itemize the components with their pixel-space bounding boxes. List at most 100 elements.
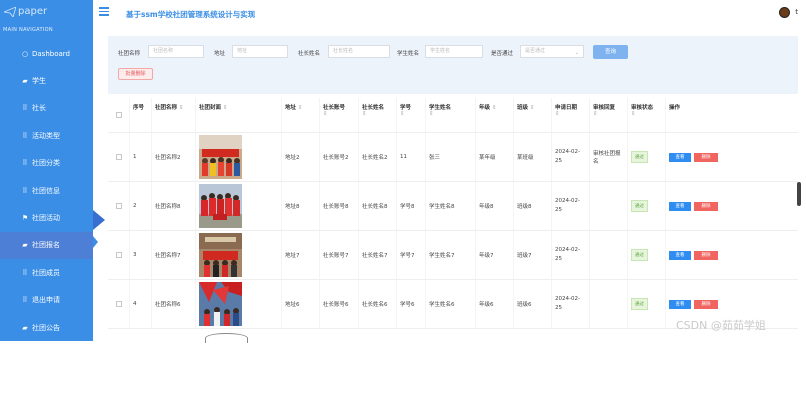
- sort-icon[interactable]: ⇕: [492, 105, 497, 111]
- grid-icon: ⠿: [22, 159, 28, 168]
- row-checkbox[interactable]: [115, 203, 122, 209]
- sidebar-item-club-categories[interactable]: ⠿ 社团分类: [0, 150, 93, 177]
- sidebar-item-label: 活动类型: [32, 131, 60, 140]
- cell-club-name: 社团名称2: [152, 133, 196, 181]
- col-club-cover[interactable]: 社团封面 ⇕: [196, 98, 282, 132]
- select-all-checkbox[interactable]: [115, 112, 122, 118]
- cell-status: 通过: [628, 182, 666, 230]
- delete-button[interactable]: 删除: [694, 201, 718, 211]
- col-class[interactable]: 班级 ⇕: [514, 98, 552, 132]
- sort-icon[interactable]: ⇕: [223, 105, 228, 111]
- logo-text: paper: [18, 6, 48, 17]
- cell-address: 地址8: [282, 182, 320, 230]
- page-scrollbar[interactable]: [797, 182, 801, 206]
- cell-club-name: 社团名称8: [152, 182, 196, 230]
- president-name-input[interactable]: 社长姓名: [328, 45, 390, 58]
- cell-reply: [590, 231, 628, 279]
- cell-president-account: 社长账号7: [320, 231, 359, 279]
- cell-president-name: 社长姓名6: [359, 280, 397, 328]
- col-reply[interactable]: 审核回复 ⇕: [590, 98, 628, 132]
- student-name-input[interactable]: 学生姓名: [425, 45, 483, 58]
- address-input[interactable]: 地址: [232, 45, 288, 58]
- view-button[interactable]: 查看: [669, 152, 691, 162]
- col-date[interactable]: 申请日期 ⇕: [552, 98, 590, 132]
- delete-button[interactable]: 删除: [694, 299, 718, 309]
- announcement-icon: ▰: [22, 323, 28, 332]
- sidebar-item-label: 社团活动: [32, 214, 60, 223]
- sidebar-item-club-signup[interactable]: ▰ 社团报名: [0, 231, 93, 260]
- club-cover-image[interactable]: [199, 184, 242, 228]
- col-status[interactable]: 审核状态 ⇕: [628, 98, 666, 132]
- avatar[interactable]: [779, 7, 790, 18]
- cell-date: 2024-02-25: [552, 231, 590, 279]
- batch-delete-button[interactable]: 批量删除: [118, 68, 153, 80]
- paper-plane-icon: [4, 6, 16, 17]
- sidebar-item-label: 社团公告: [32, 323, 60, 332]
- sidebar-item-dashboard[interactable]: ○ Dashboard: [0, 40, 93, 67]
- sidebar-item-club-info[interactable]: ⠿ 社团信息: [0, 177, 93, 204]
- sidebar-item-online-chat[interactable]: ⠿ 在线交流: [0, 369, 93, 396]
- col-label: 操作: [669, 105, 681, 111]
- delete-button[interactable]: 删除: [694, 152, 718, 162]
- sidebar-item-activity-types[interactable]: ⠿ 活动类型: [0, 122, 93, 149]
- sort-icon[interactable]: ⇕: [362, 111, 367, 117]
- sidebar-item-presidents[interactable]: ⠿ 社长: [0, 95, 93, 122]
- row-select-cell: [108, 231, 130, 279]
- cell-president-name: 社长姓名8: [359, 182, 397, 230]
- sidebar-item-label: 退出申请: [32, 296, 60, 305]
- col-president-name[interactable]: 社长姓名 ⇕: [359, 98, 397, 132]
- cell-class: 班级7: [514, 231, 552, 279]
- grid-icon: ⠿: [22, 131, 28, 140]
- sidebar-item-club-activities[interactable]: ⚑ 社团活动: [0, 204, 93, 231]
- club-cover-image[interactable]: [199, 282, 242, 326]
- col-address[interactable]: 地址 ⇕: [282, 98, 320, 132]
- club-cover-image[interactable]: [199, 135, 242, 179]
- sidebar-item-club-announcements[interactable]: ▰ 社团公告: [0, 314, 93, 341]
- grid-icon: ⠿: [22, 186, 28, 195]
- sort-icon[interactable]: ⇕: [323, 111, 328, 117]
- col-index[interactable]: 序号: [130, 98, 152, 132]
- view-button[interactable]: 查看: [669, 299, 691, 309]
- menu-toggle-icon[interactable]: [99, 7, 109, 16]
- sort-icon[interactable]: ⇕: [530, 105, 535, 111]
- sidebar-item-club-members[interactable]: ⠿ 社团成员: [0, 259, 93, 286]
- col-student-no[interactable]: 学号 ⇕: [397, 98, 426, 132]
- cell-status: 通过: [628, 280, 666, 328]
- sort-icon[interactable]: ⇕: [593, 111, 598, 117]
- sort-icon[interactable]: ⇕: [429, 111, 434, 117]
- sort-icon[interactable]: ⇕: [631, 111, 636, 117]
- club-cover-image[interactable]: [199, 233, 242, 277]
- col-label: 班级: [517, 105, 529, 111]
- sort-icon[interactable]: ⇕: [298, 105, 303, 111]
- cell-club-name: 社团名称6: [152, 280, 196, 328]
- user-name[interactable]: t: [795, 8, 798, 16]
- search-button[interactable]: 查询: [593, 45, 628, 59]
- sort-icon[interactable]: ⇕: [555, 111, 560, 117]
- col-president-account[interactable]: 社长账号 ⇕: [320, 98, 359, 132]
- cell-student-name: 张三: [426, 133, 476, 181]
- approved-select-placeholder: 是否通过: [525, 48, 546, 54]
- row-checkbox[interactable]: [115, 154, 122, 160]
- cell-president-account: 社长账号2: [320, 133, 359, 181]
- delete-button[interactable]: 删除: [694, 250, 718, 260]
- app-logo[interactable]: paper: [4, 6, 47, 17]
- address-label: 地址: [214, 51, 226, 57]
- row-checkbox[interactable]: [115, 301, 122, 307]
- sort-icon[interactable]: ⇕: [400, 111, 405, 117]
- sidebar-item-exit-applications[interactable]: ⠿ 退出申请: [0, 287, 93, 314]
- sort-icon[interactable]: ⇕: [179, 105, 184, 111]
- col-student-name[interactable]: 学生姓名 ⇕: [426, 98, 476, 132]
- cell-student-no: 学号6: [397, 280, 426, 328]
- view-button[interactable]: 查看: [669, 201, 691, 211]
- club-name-input[interactable]: 社团名称: [148, 45, 204, 58]
- cell-club-cover: [196, 182, 282, 230]
- sidebar-item-label: 社长: [32, 104, 46, 113]
- approved-select[interactable]: 是否通过 ⌄: [520, 45, 584, 58]
- view-button[interactable]: 查看: [669, 250, 691, 260]
- sidebar-item-activity-signup[interactable]: ⠿ 活动报名: [0, 341, 93, 368]
- col-grade[interactable]: 年级 ⇕: [476, 98, 514, 132]
- row-checkbox[interactable]: [115, 252, 122, 258]
- col-club-name[interactable]: 社团名称 ⇕: [152, 98, 196, 132]
- sidebar-item-students[interactable]: ▰ 学生: [0, 67, 93, 94]
- cell-class: 某班级: [514, 133, 552, 181]
